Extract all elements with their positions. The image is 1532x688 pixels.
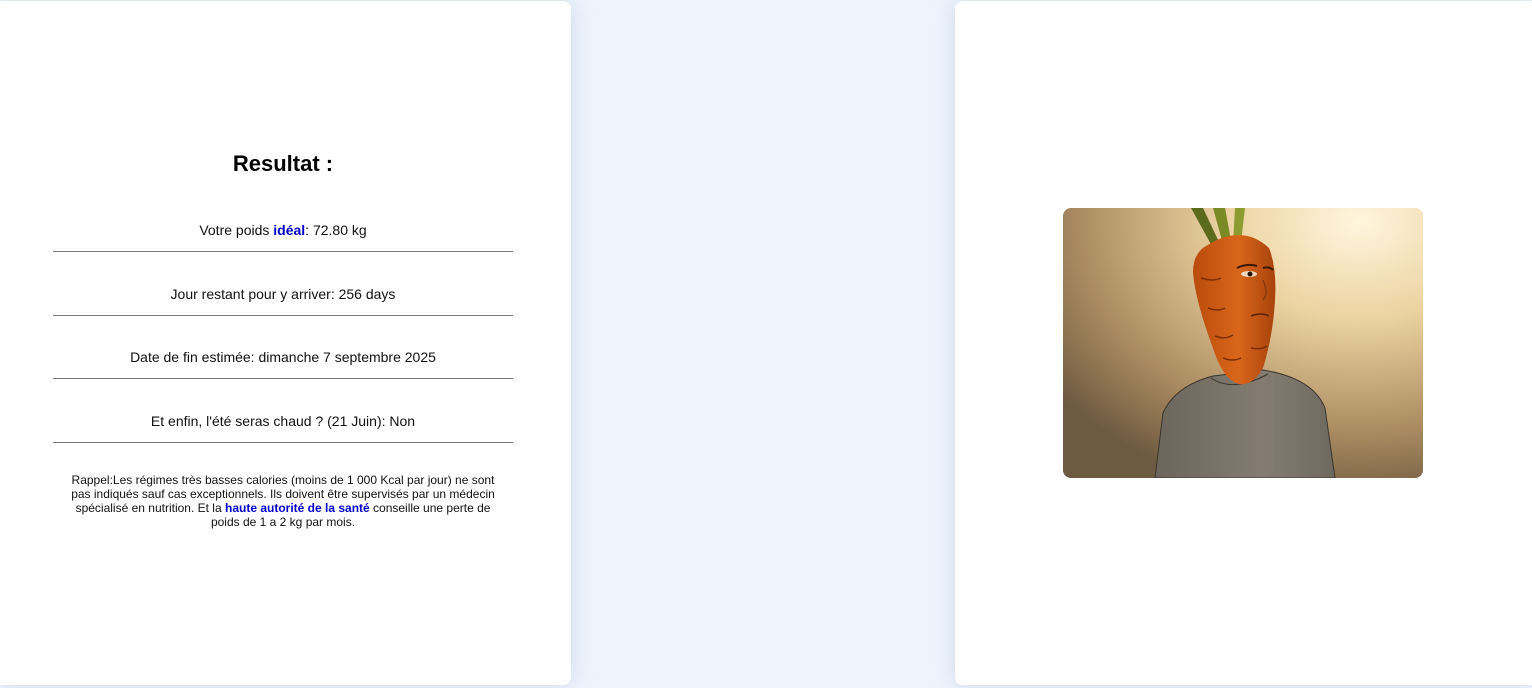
carrot-illustration xyxy=(1063,208,1423,478)
end-date-text: Date de fin estimée: dimanche 7 septembr… xyxy=(130,349,436,365)
ideal-weight-row: Votre poids idéal: 72.80 kg xyxy=(53,221,513,252)
ideal-weight-prefix: Votre poids xyxy=(199,222,274,238)
summer-row: Et enfin, l'été seras chaud ? (21 Juin):… xyxy=(53,412,513,443)
ideal-weight-value: : 72.80 kg xyxy=(305,222,367,238)
end-date-row: Date de fin estimée: dimanche 7 septembr… xyxy=(53,348,513,379)
carrot-character-image xyxy=(1063,208,1423,478)
image-panel xyxy=(955,1,1532,685)
remaining-days-text: Jour restant pour y arriver: 256 days xyxy=(170,286,396,302)
results-title: Resultat : xyxy=(232,151,334,176)
ideal-weight-highlight: idéal xyxy=(273,222,306,238)
results-panel: Resultat : Votre poids idéal: 72.80 kg J… xyxy=(0,1,571,685)
reminder-note: Rappel:Les régimes très basses calories … xyxy=(63,473,503,529)
has-link[interactable]: haute autorité de la santé xyxy=(225,501,370,515)
remaining-days-row: Jour restant pour y arriver: 256 days xyxy=(53,285,513,316)
summer-text: Et enfin, l'été seras chaud ? (21 Juin):… xyxy=(150,413,416,429)
